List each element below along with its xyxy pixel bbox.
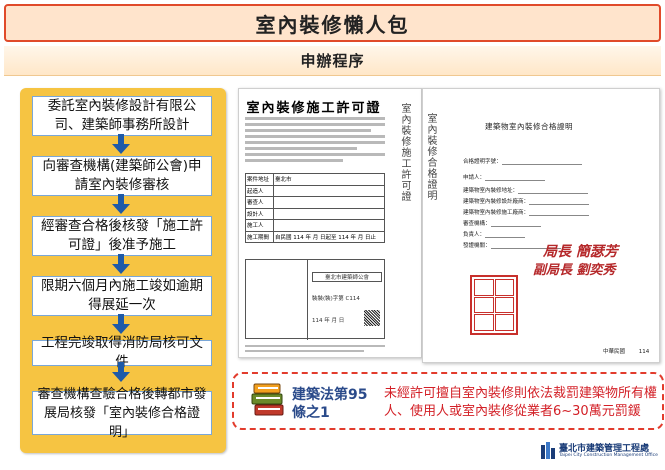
director-signature: 局長 簡瑟芳 xyxy=(543,244,618,260)
cert-field: 合格證明字號： xyxy=(463,159,502,165)
official-seal-icon xyxy=(470,275,518,335)
cert-field: 發證機關： xyxy=(463,243,491,249)
cert-field: 申請人： xyxy=(463,175,486,181)
cert-field: 審查機構： xyxy=(463,221,491,227)
flow-step-4: 限期六個月內施工竣如逾期得展延一次 xyxy=(32,276,212,316)
books-icon xyxy=(251,383,284,416)
permit-footnotes xyxy=(245,345,385,355)
cert-date-label: 中華民國 xyxy=(603,349,626,355)
flow-arrow xyxy=(112,254,130,274)
completion-certificate-document: 室內裝修合格證明 建築物室內裝修合格證明 合格證明字號： 申請人： 建築物室內裝… xyxy=(422,88,660,363)
cert-field: 建築物室內裝修施工廠商： xyxy=(463,210,530,216)
flow-step-1: 委託室內裝修設計有限公司、建築師事務所設計 xyxy=(32,96,212,136)
cert-vertical-text: 室內裝修合格證明 xyxy=(425,113,436,201)
flow-panel: 委託室內裝修設計有限公司、建築師事務所設計 向審查機構(建築師公會)申請室內裝修… xyxy=(20,88,226,453)
cert-field: 建築物室內裝修設計廠商： xyxy=(463,199,530,205)
permit-office: 臺北市建築師公會 xyxy=(312,272,382,282)
permit-title: 室內裝修施工許可證 xyxy=(246,101,382,116)
flow-step-3: 經審查合格後核發「施工許可證」後准予施工 xyxy=(32,216,212,256)
flow-arrow xyxy=(112,314,130,334)
permit-date: 114 年 月 日 xyxy=(312,318,345,324)
flow-step-2: 向審查機構(建築師公會)申請室內裝修審核 xyxy=(32,156,212,196)
deputy-director-signature: 副局長 劉奕秀 xyxy=(533,263,616,278)
footer-logo: 臺北市建築管理工程處 Taipei City Construction Mana… xyxy=(540,440,662,464)
permit-table: 案件地址 臺北市 起造人 審查人 設計人 施工人 施工期間 自民國 114 年 月 … xyxy=(245,173,385,243)
title-bar: 室內裝修懶人包 xyxy=(4,4,661,42)
qr-code-icon xyxy=(364,310,380,326)
flow-arrow xyxy=(112,362,130,382)
cert-date-year: 114 xyxy=(638,349,650,355)
cert-title: 建築物室內裝修合格證明 xyxy=(485,122,573,131)
cert-field: 建築物室內裝修地址： xyxy=(463,188,519,194)
flow-arrow xyxy=(112,194,130,214)
permit-stamp-area: 臺北市建築師公會 裝裝(裝)字第 C114 114 年 月 日 xyxy=(245,259,385,340)
cert-field: 負責人： xyxy=(463,232,486,238)
flow-step-6: 審查機構查驗合格後轉都市發展局核發「室內裝修合格證明」 xyxy=(32,387,212,440)
building-logo-icon xyxy=(541,442,555,459)
page-title: 室內裝修懶人包 xyxy=(255,12,410,37)
law-text: 未經許可擅自室內裝修則依法裁罰建築物所有權人、使用人或室內裝修從業者6~30萬元… xyxy=(384,386,658,419)
flow-arrow xyxy=(112,134,130,154)
section-bar: 申辦程序 xyxy=(4,46,661,76)
law-title: 建築法第95條之1 xyxy=(292,387,368,421)
footer-org-english: Taipei City Construction Management Offi… xyxy=(559,453,658,458)
permit-vertical-text: 室內裝修施工許可證 xyxy=(399,103,410,202)
construction-permit-document: 室內裝修施工許可證 案件地址 臺北市 起造人 審查人 設計人 施工人 施工期間 自民… xyxy=(238,88,422,358)
permit-notes xyxy=(245,117,385,165)
section-title: 申辦程序 xyxy=(300,52,365,70)
permit-number: 裝裝(裝)字第 C114 xyxy=(312,296,360,302)
